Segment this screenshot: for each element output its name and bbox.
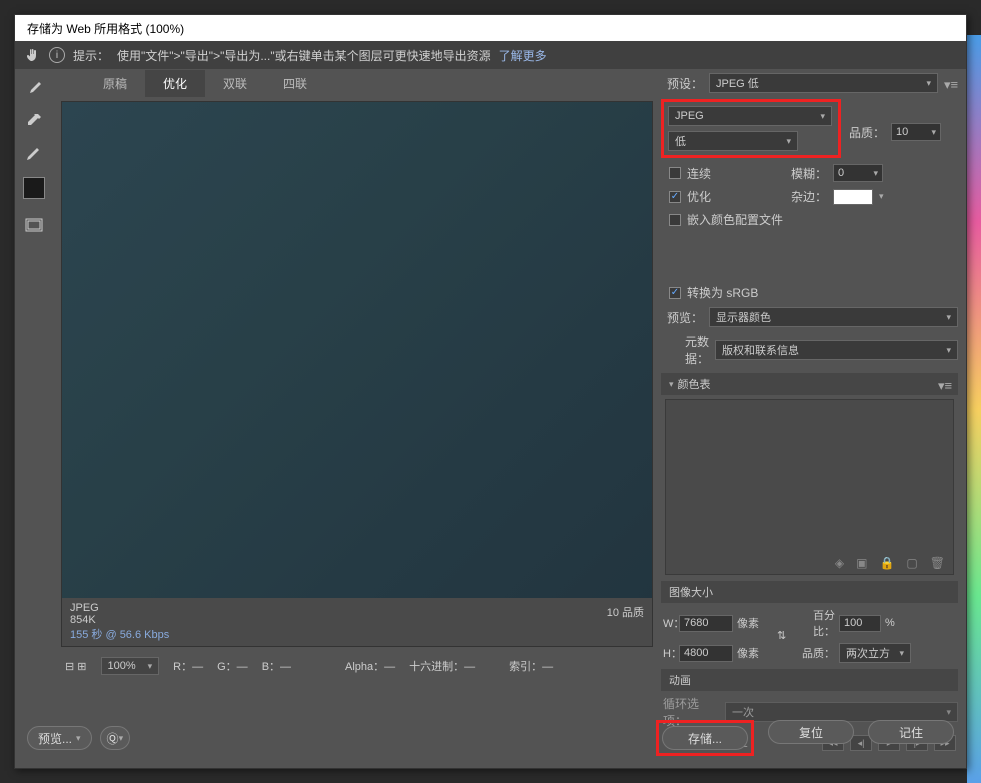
zoom-dropdown[interactable]: 100%▾ xyxy=(101,657,160,675)
learn-more-link[interactable]: 了解更多 xyxy=(499,47,547,64)
preset-label: 预设： xyxy=(663,75,703,92)
preview-image xyxy=(62,102,652,612)
preview-info: JPEG 854K 155 秒 @ 56.6 Kbps 10 品质 xyxy=(62,598,652,646)
tab-optimized[interactable]: 优化 xyxy=(145,70,205,97)
hand-icon xyxy=(23,46,41,64)
globe-icon: Ⓠ xyxy=(107,730,119,747)
tip-text: 使用"文件">"导出">"导出为..."或右键单击某个图层可更快速地导出资源 xyxy=(117,47,491,64)
status-bar: ⊟ ⊞ 100%▾ R：— G：— B：— Alpha：— 十六进制：— 索引：… xyxy=(53,653,661,679)
tip-bar: i 提示： 使用"文件">"导出">"导出为..."或右键单击某个图层可更快速地… xyxy=(15,41,966,69)
info-time: 155 秒 @ 56.6 Kbps xyxy=(70,626,169,642)
palette-trash-icon[interactable]: 🗑 xyxy=(930,556,945,570)
preset-dropdown[interactable]: JPEG 低▾ xyxy=(709,73,938,93)
info-icon: i xyxy=(49,47,65,63)
bottom-bar: 预览...▾ Ⓠ▾ 存储... 复位 记住 xyxy=(15,708,966,768)
srgb-label: 转换为 sRGB xyxy=(687,284,758,301)
tab-2up[interactable]: 双联 xyxy=(205,70,265,97)
status-b: B：— xyxy=(262,658,291,674)
quality-preset-dropdown[interactable]: 低▾ xyxy=(668,131,798,151)
preset-menu-icon[interactable]: ▾≡ xyxy=(944,77,956,89)
h-label: H： xyxy=(663,645,675,661)
pencil-tool-icon[interactable] xyxy=(20,141,48,165)
decorative-stripe xyxy=(967,35,981,783)
info-quality: 10 品质 xyxy=(607,607,644,619)
left-toolbar xyxy=(15,69,53,708)
preview-button[interactable]: 预览...▾ xyxy=(27,726,92,750)
preview-tabs: 原稿 优化 双联 四联 xyxy=(53,69,661,97)
status-g: G：— xyxy=(217,658,248,674)
embed-profile-checkbox[interactable] xyxy=(669,214,681,226)
palette-snap-icon[interactable]: ◈ xyxy=(835,556,844,570)
progressive-checkbox[interactable] xyxy=(669,167,681,179)
height-input[interactable] xyxy=(679,645,733,662)
matte-chev-icon[interactable]: ▾ xyxy=(879,191,884,202)
quality-label: 品质： xyxy=(849,124,885,141)
status-r: R：— xyxy=(173,658,203,674)
matte-color[interactable] xyxy=(833,189,873,205)
settings-panel: 预设： JPEG 低▾ ▾≡ JPEG▾ 低▾ 品质： 10▾ 连续 模糊： 0▾… xyxy=(661,69,958,708)
tab-4up[interactable]: 四联 xyxy=(265,70,325,97)
eyedropper-tool-icon[interactable] xyxy=(20,109,48,133)
metadata-label: 元数据： xyxy=(663,333,709,367)
metadata-dropdown[interactable]: 版权和联系信息▾ xyxy=(715,340,958,360)
color-table-header: ▾颜色表▾≡ xyxy=(661,373,958,395)
optimized-label: 优化 xyxy=(687,188,711,205)
color-table: ◈ ▣ 🔒 ▢ 🗑 xyxy=(665,399,954,575)
info-size: 854K xyxy=(70,614,169,626)
save-button[interactable]: 存储... xyxy=(662,726,748,750)
embed-profile-label: 嵌入颜色配置文件 xyxy=(687,211,783,228)
dialog-window: 存储为 Web 所用格式 (100%) i 提示： 使用"文件">"导出">"导… xyxy=(14,14,967,769)
remember-button[interactable]: 记住 xyxy=(868,720,954,744)
center-panel: 原稿 优化 双联 四联 JPEG 854K 155 秒 @ 56.6 Kbps … xyxy=(53,69,661,708)
tip-prefix: 提示： xyxy=(73,47,109,64)
status-index: 索引：— xyxy=(509,658,553,674)
color-table-menu-icon[interactable]: ▾≡ xyxy=(938,378,950,390)
percent-label: 百分比： xyxy=(795,607,835,639)
foreground-color-swatch[interactable] xyxy=(23,177,45,199)
optimized-checkbox[interactable] xyxy=(669,191,681,203)
status-hex: 十六进制：— xyxy=(409,658,475,674)
percent-input[interactable] xyxy=(839,615,881,632)
image-size-header: 图像大小 xyxy=(661,581,958,603)
w-label: W： xyxy=(663,615,675,631)
main-area: i 提示： 使用"文件">"导出">"导出为..."或右键单击某个图层可更快速地… xyxy=(15,41,966,768)
slice-select-icon[interactable] xyxy=(20,213,48,237)
save-highlight: 存储... xyxy=(656,720,754,756)
format-highlight: JPEG▾ 低▾ xyxy=(661,99,841,158)
link-icon[interactable]: ⇅ xyxy=(777,629,791,642)
srgb-checkbox[interactable] xyxy=(669,287,681,299)
percent-unit: % xyxy=(885,617,911,629)
grid-toggle-icon[interactable]: ⊟ ⊞ xyxy=(65,660,87,673)
palette-lock-icon[interactable]: 🔒 xyxy=(879,556,894,570)
titlebar: 存储为 Web 所用格式 (100%) xyxy=(15,15,966,41)
brush-tool-icon[interactable] xyxy=(20,77,48,101)
quality-input[interactable]: 10▾ xyxy=(891,123,941,141)
resample-dropdown[interactable]: 两次立方▾ xyxy=(839,643,911,663)
preview-area[interactable]: JPEG 854K 155 秒 @ 56.6 Kbps 10 品质 xyxy=(61,101,653,647)
palette-new-icon[interactable]: ▢ xyxy=(906,556,917,570)
image-size-controls: W： 像素 ⇅ 百分比： % H： 像素 品质： 两次立方▾ xyxy=(663,607,956,663)
tab-original[interactable]: 原稿 xyxy=(85,70,145,97)
resample-label: 品质： xyxy=(795,645,835,661)
info-format: JPEG xyxy=(70,602,169,614)
blur-label: 模糊： xyxy=(791,165,827,182)
preview-label: 预览： xyxy=(663,309,703,326)
animation-header: 动画 xyxy=(661,669,958,691)
progressive-label: 连续 xyxy=(687,165,711,182)
status-alpha: Alpha：— xyxy=(345,658,395,674)
preview-profile-dropdown[interactable]: 显示器颜色▾ xyxy=(709,307,958,327)
blur-input[interactable]: 0▾ xyxy=(833,164,883,182)
width-input[interactable] xyxy=(679,615,733,632)
format-dropdown[interactable]: JPEG▾ xyxy=(668,106,832,126)
browser-preview-button[interactable]: Ⓠ▾ xyxy=(100,726,131,750)
window-title: 存储为 Web 所用格式 (100%) xyxy=(27,20,184,37)
palette-cube-icon[interactable]: ▣ xyxy=(856,556,867,570)
reset-button[interactable]: 复位 xyxy=(768,720,854,744)
w-unit: 像素 xyxy=(737,615,773,631)
matte-label: 杂边： xyxy=(791,188,827,205)
h-unit: 像素 xyxy=(737,645,773,661)
